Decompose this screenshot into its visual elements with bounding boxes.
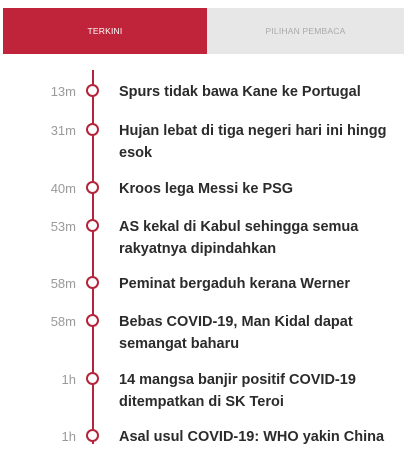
headline-line: Kroos lega Messi ke PSG — [119, 181, 294, 197]
headline-line: Spurs tidak bawa Kane ke Portugal — [119, 84, 361, 100]
headline-line: Asal usul COVID-19: WHO yakin China — [119, 429, 385, 445]
headline-link[interactable]: Hujan lebat di tiga negeri hari ini hing… — [119, 120, 411, 164]
headline-link[interactable]: Peminat bergaduh kerana Werner — [119, 273, 411, 295]
headline-link[interactable]: Kroos lega Messi ke PSG — [119, 178, 411, 200]
headline-link[interactable]: AS kekal di Kabul sehingga semua rakyatn… — [119, 216, 411, 260]
headline-line: rakyatnya dipindahkan — [119, 241, 277, 257]
timestamp: 1h — [61, 429, 76, 444]
headline-link[interactable]: Spurs tidak bawa Kane ke Portugal — [119, 81, 411, 103]
timeline-item[interactable]: 31m Hujan lebat di tiga negeri hari ini … — [0, 120, 411, 166]
news-timeline: 13m Spurs tidak bawa Kane ke Portugal 31… — [0, 54, 411, 445]
headline-line: ditempatkan di SK Teroi — [119, 394, 284, 410]
timestamp: 58m — [50, 276, 76, 291]
timeline-dot-icon — [86, 276, 99, 289]
headline-line: Peminat bergaduh kerana Werner — [119, 276, 351, 292]
headline-line: Hujan lebat di tiga negeri hari ini hing… — [119, 123, 387, 139]
tab-terkini[interactable]: TERKINI — [3, 8, 207, 54]
tab-pilihan-pembaca[interactable]: PILIHAN PEMBACA — [207, 8, 404, 54]
timeline-item[interactable]: 1h Asal usul COVID-19: WHO yakin China — [0, 426, 411, 472]
timeline-item[interactable]: 58m Bebas COVID-19, Man Kidal dapat sema… — [0, 311, 411, 357]
headline-line: 14 mangsa banjir positif COVID-19 — [119, 372, 356, 388]
timestamp: 31m — [50, 123, 76, 138]
headline-line: Bebas COVID-19, Man Kidal dapat — [119, 314, 353, 330]
timeline-dot-icon — [86, 84, 99, 97]
tab-bar: TERKINI PILIHAN PEMBACA — [3, 8, 404, 54]
timeline-dot-icon — [86, 372, 99, 385]
headline-line: esok — [119, 145, 153, 161]
timestamp: 1h — [61, 372, 76, 387]
headline-line: semangat baharu — [119, 336, 240, 352]
headline-line: AS kekal di Kabul sehingga semua — [119, 219, 359, 235]
headline-link[interactable]: 14 mangsa banjir positif COVID-19 ditemp… — [119, 369, 411, 413]
headline-link[interactable]: Bebas COVID-19, Man Kidal dapat semangat… — [119, 311, 411, 355]
timestamp: 40m — [50, 181, 76, 196]
timeline-dot-icon — [86, 219, 99, 232]
timestamp: 13m — [50, 84, 76, 99]
timestamp: 53m — [50, 219, 76, 234]
timeline-dot-icon — [86, 181, 99, 194]
timeline-item[interactable]: 53m AS kekal di Kabul sehingga semua rak… — [0, 216, 411, 262]
timeline-item[interactable]: 1h 14 mangsa banjir positif COVID-19 dit… — [0, 369, 411, 415]
timeline-dot-icon — [86, 429, 99, 442]
timeline-dot-icon — [86, 314, 99, 327]
timeline-dot-icon — [86, 123, 99, 136]
headline-link[interactable]: Asal usul COVID-19: WHO yakin China — [119, 426, 411, 448]
timestamp: 58m — [50, 314, 76, 329]
